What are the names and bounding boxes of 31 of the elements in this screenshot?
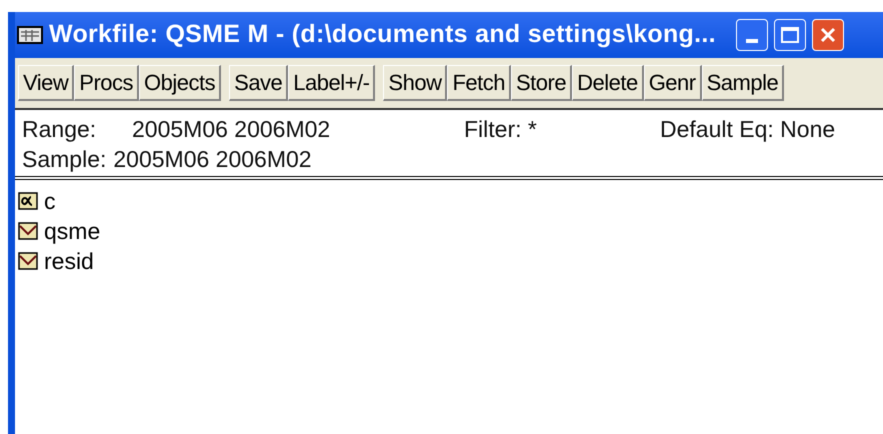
window-title: Workfile: QSME M - (d:\documents and settings\kong...	[49, 19, 716, 50]
toolbar-button[interactable]: Show	[383, 65, 448, 101]
default-eq-text: Default Eq: None	[660, 115, 836, 144]
line-chart-icon	[18, 252, 38, 270]
range-label: Range:	[22, 115, 98, 144]
toolbar-button[interactable]: Save	[229, 65, 288, 101]
toolbar-button[interactable]: Genr	[644, 65, 702, 101]
toolbar-button[interactable]: Delete	[572, 65, 644, 101]
minimize-button[interactable]	[736, 19, 768, 51]
toolbar-button[interactable]: Store	[511, 65, 572, 101]
maximize-button[interactable]	[774, 19, 806, 51]
maximize-icon	[780, 27, 799, 43]
toolbar-button[interactable]: Fetch	[447, 65, 511, 101]
close-button[interactable]	[812, 19, 844, 51]
close-icon	[818, 26, 837, 44]
alpha-icon	[18, 192, 38, 210]
sample-label: Sample:	[22, 145, 106, 174]
range-value: 2005M06 2006M02	[132, 115, 332, 144]
object-item[interactable]: qsme	[18, 216, 100, 246]
object-item[interactable]: c	[18, 186, 56, 216]
sample-value: 2005M06 2006M02	[113, 145, 312, 174]
minimize-icon	[746, 39, 758, 43]
filter-text: Filter: *	[464, 115, 538, 144]
object-item[interactable]: resid	[18, 246, 94, 276]
line-chart-icon	[18, 222, 38, 240]
window-icon	[17, 26, 43, 44]
toolbar-button[interactable]: Objects	[139, 65, 222, 101]
toolbar-button[interactable]: Procs	[74, 65, 140, 101]
toolbar-button[interactable]: Label+/-	[288, 65, 376, 101]
toolbar-button[interactable]: View	[18, 65, 74, 101]
toolbar-button[interactable]: Sample	[702, 65, 784, 101]
